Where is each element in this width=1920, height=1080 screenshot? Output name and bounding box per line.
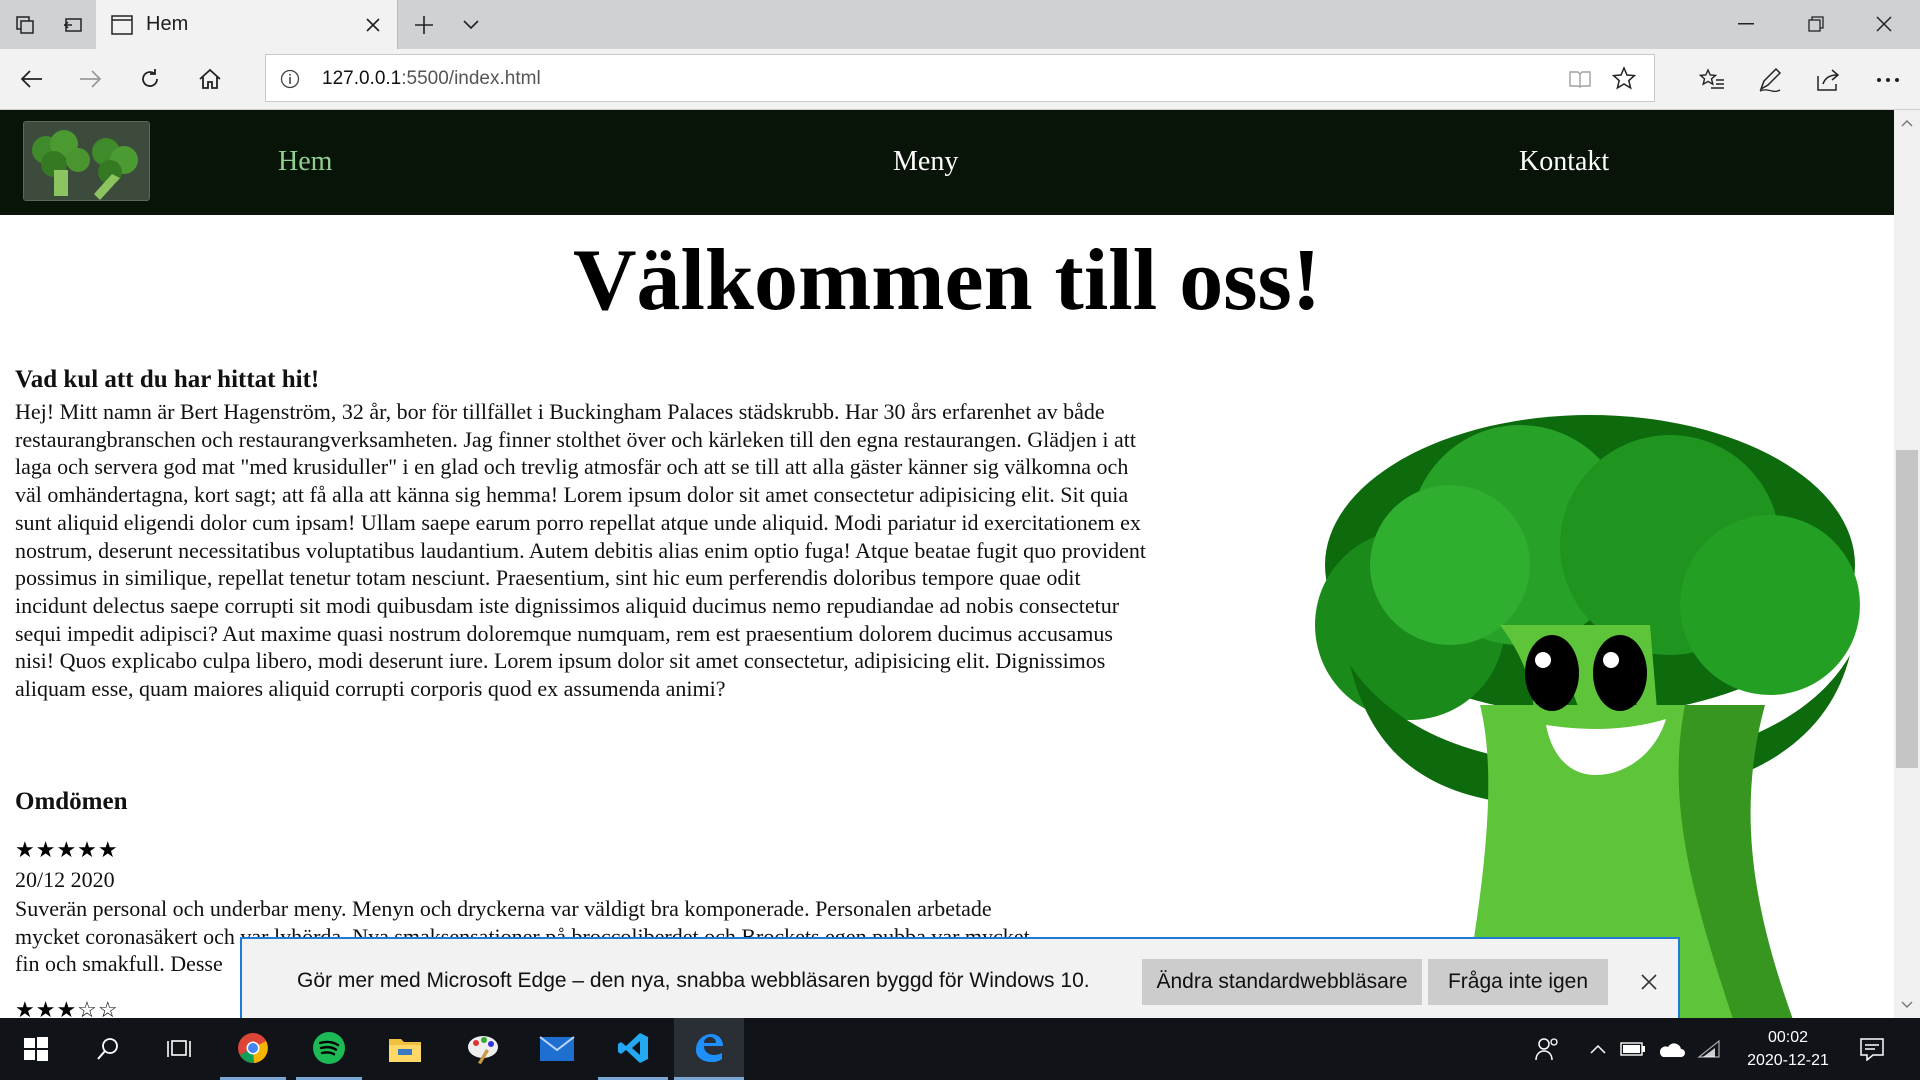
show-hidden-icons-chevron-icon[interactable] xyxy=(1586,1034,1610,1064)
tab-actions-icon[interactable] xyxy=(10,10,40,40)
windows-taskbar: 00:02 2020-12-21 xyxy=(0,1018,1920,1080)
add-favorite-star-icon[interactable] xyxy=(1608,63,1640,93)
battery-icon[interactable] xyxy=(1618,1034,1648,1064)
nav-link-home[interactable]: Hem xyxy=(278,146,332,178)
windows-start-icon[interactable] xyxy=(0,1018,72,1080)
url-text[interactable]: 127.0.0.1:5500/index.html xyxy=(322,68,541,90)
onedrive-cloud-icon[interactable] xyxy=(1654,1034,1688,1064)
refresh-icon[interactable] xyxy=(130,61,170,97)
browser-tab-bar: Hem xyxy=(0,0,1920,49)
spotify-app-icon[interactable] xyxy=(296,1018,362,1080)
intro-paragraph: Hej! Mitt namn är Bert Hagenström, 32 år… xyxy=(15,399,1146,702)
more-options-icon[interactable] xyxy=(1868,62,1908,98)
edge-app-icon[interactable] xyxy=(674,1018,744,1080)
restore-icon[interactable] xyxy=(1794,8,1838,40)
web-notes-pen-icon[interactable] xyxy=(1750,62,1790,98)
share-icon[interactable] xyxy=(1808,62,1848,98)
back-icon[interactable] xyxy=(12,61,52,97)
dont-ask-again-button[interactable]: Fråga inte igen xyxy=(1428,959,1608,1005)
chrome-app-icon[interactable] xyxy=(220,1018,286,1080)
favorites-icon[interactable] xyxy=(1692,62,1732,98)
home-icon[interactable] xyxy=(190,61,230,97)
change-default-browser-button[interactable]: Ändra standardwebbläsare xyxy=(1142,959,1422,1005)
reading-view-icon[interactable] xyxy=(1564,65,1596,93)
paint-app-icon[interactable] xyxy=(448,1018,518,1080)
minimize-icon[interactable] xyxy=(1724,8,1768,40)
page-title: Välkommen till oss! xyxy=(573,232,1321,329)
file-explorer-app-icon[interactable] xyxy=(370,1018,440,1080)
vscode-app-icon[interactable] xyxy=(598,1018,668,1080)
url-host: 127.0.0.1 xyxy=(322,68,402,89)
close-window-icon[interactable] xyxy=(1862,8,1906,40)
action-center-icon[interactable] xyxy=(1852,1032,1892,1066)
review-rating-stars: ★★★★★ xyxy=(15,837,119,862)
intro-heading: Vad kul att du har hittat hit! xyxy=(15,366,320,393)
tab-preview-chevron-icon[interactable] xyxy=(456,10,486,40)
search-icon[interactable] xyxy=(72,1018,144,1080)
page-icon xyxy=(110,13,134,37)
scroll-down-icon[interactable] xyxy=(1894,992,1920,1018)
close-banner-icon[interactable] xyxy=(1632,965,1666,999)
clock-time: 00:02 xyxy=(1767,1029,1809,1046)
mail-app-icon[interactable] xyxy=(522,1018,592,1080)
review-date: 20/12 2020 xyxy=(15,867,115,892)
wifi-icon[interactable] xyxy=(1694,1034,1724,1064)
default-browser-banner: Gör mer med Microsoft Edge – den nya, sn… xyxy=(240,937,1680,1020)
banner-message: Gör mer med Microsoft Edge – den nya, sn… xyxy=(297,969,1090,992)
close-tab-icon[interactable] xyxy=(360,12,386,38)
review-text-line: Suverän personal och underbar meny. Meny… xyxy=(15,896,992,921)
forward-icon[interactable] xyxy=(70,61,110,97)
reviews-heading: Omdömen xyxy=(15,788,128,815)
tab-title: Hem xyxy=(146,13,189,35)
system-clock[interactable]: 00:02 2020-12-21 xyxy=(1740,1026,1836,1072)
site-logo[interactable] xyxy=(23,121,150,201)
site-info-icon[interactable] xyxy=(276,65,304,93)
nav-link-contact[interactable]: Kontakt xyxy=(1519,146,1609,178)
new-tab-icon[interactable] xyxy=(408,10,440,40)
url-path: :5500/index.html xyxy=(401,68,541,89)
nav-link-menu[interactable]: Meny xyxy=(893,146,958,178)
broccoli-mascot-image xyxy=(1290,405,1894,1020)
browser-tab[interactable]: Hem xyxy=(96,0,398,49)
scroll-up-icon[interactable] xyxy=(1894,110,1920,136)
address-bar[interactable]: 127.0.0.1:5500/index.html xyxy=(265,54,1655,102)
clock-date: 2020-12-21 xyxy=(1747,1052,1829,1069)
scrollbar-thumb[interactable] xyxy=(1896,450,1918,768)
people-icon[interactable] xyxy=(1530,1032,1564,1066)
task-view-icon[interactable] xyxy=(144,1018,216,1080)
set-tabs-aside-icon[interactable] xyxy=(58,10,88,40)
